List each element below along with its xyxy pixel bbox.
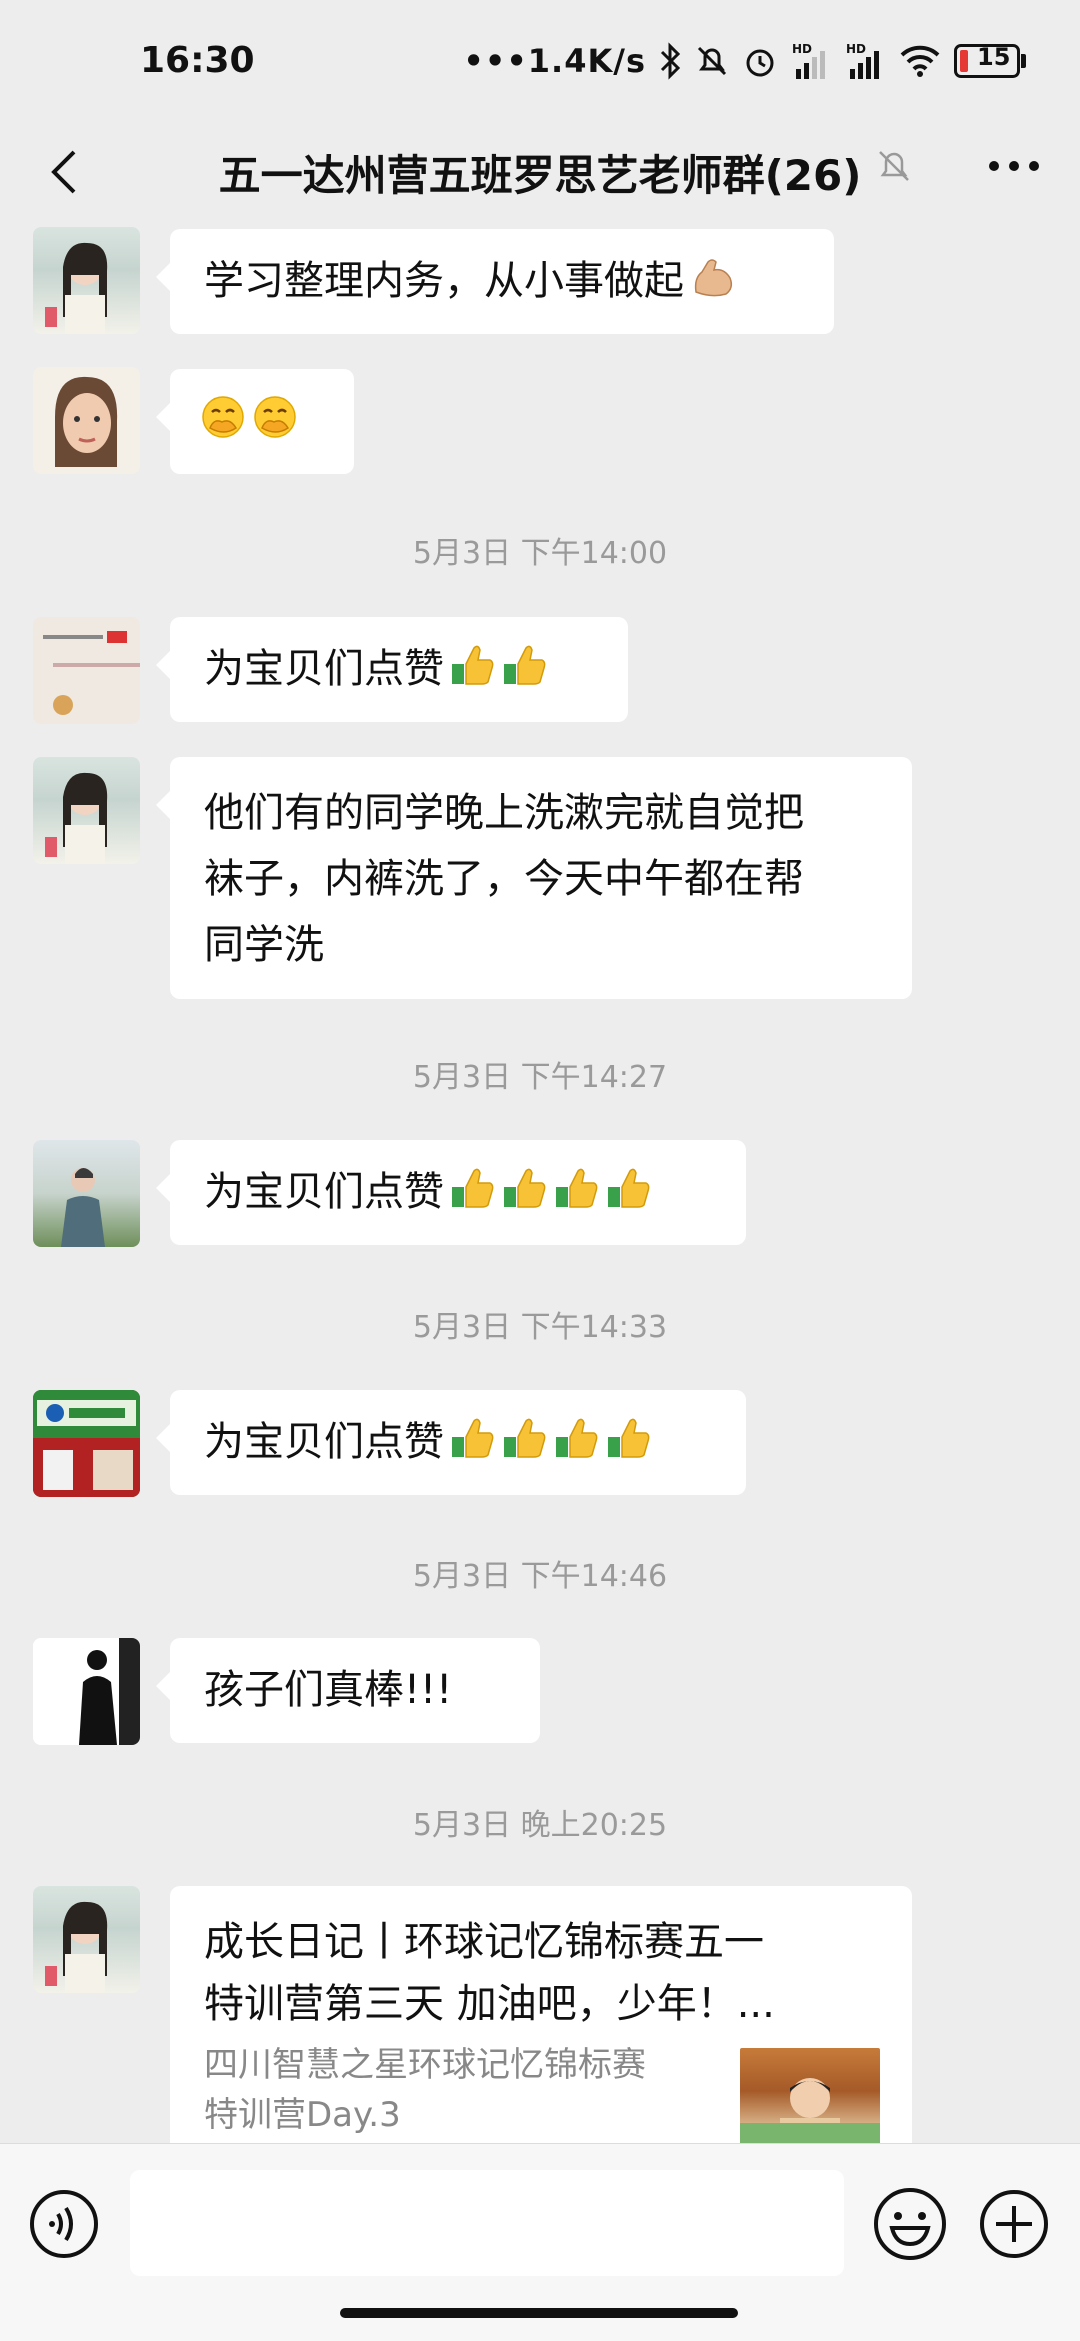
network-speed: •••1.4K/s bbox=[463, 42, 646, 80]
face-with-hand-over-mouth-icon bbox=[254, 396, 296, 438]
alarm-icon bbox=[746, 49, 774, 77]
avatar[interactable] bbox=[33, 617, 140, 724]
timestamp: 5月3日 下午14:00 bbox=[412, 536, 668, 571]
svg-text:HD: HD bbox=[792, 42, 812, 56]
message-text: 为宝贝们点赞 bbox=[204, 646, 444, 692]
wifi-icon bbox=[900, 45, 940, 77]
card-title-line: 特训营第三天 加油吧，少年！... bbox=[204, 1981, 775, 2027]
more-options-icon[interactable] bbox=[982, 146, 1046, 186]
face-with-hand-over-mouth-icon bbox=[202, 396, 244, 438]
message-bubble[interactable]: 为宝贝们点赞 bbox=[156, 1390, 746, 1495]
svg-text:HD: HD bbox=[846, 42, 866, 56]
thumbs-up-icon bbox=[608, 1168, 650, 1208]
avatar[interactable] bbox=[33, 757, 140, 864]
card-title-line: 成长日记丨环球记忆锦标赛五一 bbox=[204, 1919, 764, 1965]
timestamp: 5月3日 下午14:27 bbox=[412, 1060, 668, 1095]
message-text: 为宝贝们点赞 bbox=[204, 1169, 444, 1215]
mute-bell-icon bbox=[697, 46, 727, 76]
message-bubble[interactable] bbox=[156, 369, 354, 474]
status-bar: 16:30 •••1.4K/s HD HD 15 bbox=[0, 0, 1080, 120]
message-bubble[interactable]: 孩子们真棒!!! bbox=[156, 1638, 540, 1743]
add-plus-icon[interactable] bbox=[978, 2188, 1050, 2260]
card-desc-line: 四川智慧之星环球记忆锦标赛 bbox=[204, 2045, 646, 2085]
avatar[interactable] bbox=[33, 367, 140, 474]
card-title: 成长日记丨环球记忆锦标赛五一 特训营第三天 加油吧，少年！... bbox=[204, 1914, 864, 2032]
message-bubble[interactable]: 他们有的同学晚上洗漱完就自觉把 袜子，内裤洗了，今天中午都在帮 同学洗 bbox=[156, 757, 912, 999]
thumbs-up-icon bbox=[504, 1418, 546, 1458]
timestamp: 5月3日 晚上20:25 bbox=[412, 1808, 668, 1843]
message-bubble[interactable]: 学习整理内务，从小事做起 bbox=[156, 229, 834, 334]
signal-icon-2: HD bbox=[846, 42, 879, 79]
chat-header: 五一达州营五班罗思艺老师群(26) bbox=[0, 120, 1080, 220]
battery-icon: 15 bbox=[954, 43, 1026, 78]
card-thumbnail bbox=[740, 2048, 880, 2143]
timestamp: 5月3日 下午14:46 bbox=[412, 1559, 668, 1594]
avatar[interactable] bbox=[33, 227, 140, 334]
bluetooth-icon bbox=[660, 42, 681, 80]
signal-icon: HD bbox=[792, 42, 825, 79]
message-input[interactable] bbox=[130, 2170, 844, 2276]
emoji-button-icon[interactable] bbox=[872, 2186, 948, 2262]
message-text-line: 他们有的同学晚上洗漱完就自觉把 bbox=[204, 790, 804, 836]
card-desc-line: 特训营Day.3 bbox=[204, 2095, 401, 2135]
chat-title: 五一达州营五班罗思艺老师群(26) bbox=[218, 151, 862, 200]
input-bar bbox=[0, 2143, 1080, 2341]
thumbs-up-icon bbox=[452, 1418, 494, 1458]
thumbs-up-icon bbox=[556, 1418, 598, 1458]
thumbs-up-icon bbox=[556, 1168, 598, 1208]
voice-input-icon[interactable] bbox=[28, 2188, 100, 2260]
status-time: 16:30 bbox=[140, 40, 255, 81]
flexed-biceps-icon bbox=[694, 259, 733, 297]
message-text: 为宝贝们点赞 bbox=[204, 1419, 444, 1465]
timestamp: 5月3日 下午14:33 bbox=[412, 1310, 668, 1345]
message-bubble[interactable]: 为宝贝们点赞 bbox=[156, 617, 628, 722]
message-bubble[interactable]: 为宝贝们点赞 bbox=[156, 1140, 746, 1245]
avatar[interactable] bbox=[33, 1638, 140, 1745]
link-card[interactable]: 成长日记丨环球记忆锦标赛五一 特训营第三天 加油吧，少年！... 四川智慧之星环… bbox=[170, 1886, 912, 2143]
thumbs-up-icon bbox=[504, 1168, 546, 1208]
message-text: 学习整理内务，从小事做起 bbox=[204, 258, 684, 304]
avatar[interactable] bbox=[33, 1390, 140, 1497]
message-text: 孩子们真棒!!! bbox=[204, 1667, 453, 1713]
thumbs-up-icon bbox=[504, 645, 546, 685]
avatar[interactable] bbox=[33, 1140, 140, 1247]
thumbs-up-icon bbox=[452, 645, 494, 685]
status-icons: •••1.4K/s HD HD 15 bbox=[463, 36, 1026, 86]
avatar[interactable] bbox=[33, 1886, 140, 1993]
card-description: 四川智慧之星环球记忆锦标赛 特训营Day.3 bbox=[204, 2040, 724, 2140]
thumbs-up-icon bbox=[452, 1168, 494, 1208]
muted-bell-icon bbox=[879, 151, 909, 181]
message-text-line: 同学洗 bbox=[204, 922, 324, 968]
thumbs-up-icon bbox=[608, 1418, 650, 1458]
home-indicator bbox=[340, 2308, 738, 2318]
message-text-line: 袜子，内裤洗了，今天中午都在帮 bbox=[204, 856, 804, 902]
